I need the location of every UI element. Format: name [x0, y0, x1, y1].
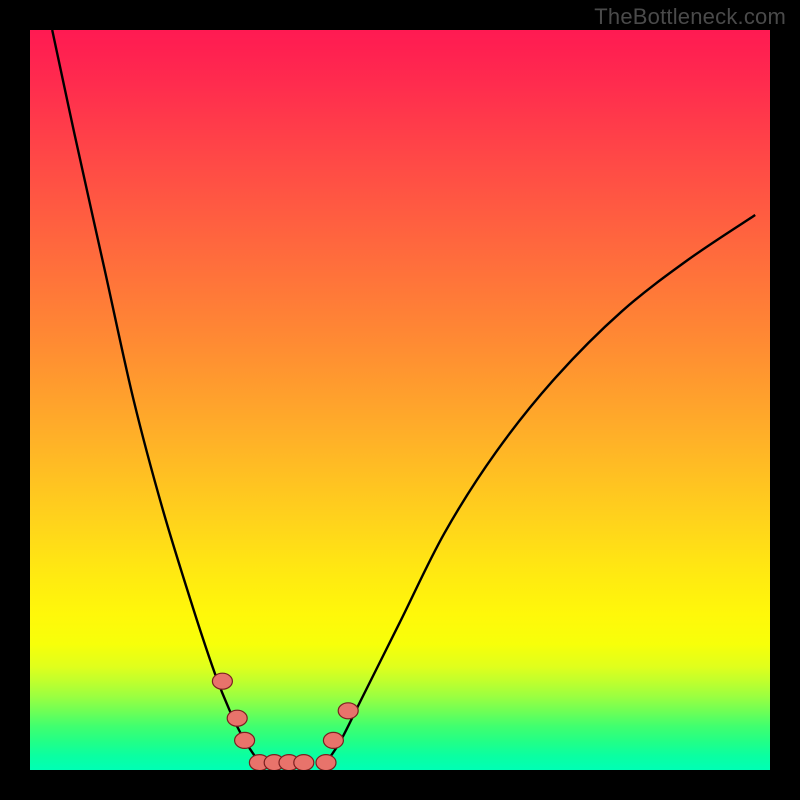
- left-curve: [52, 30, 259, 763]
- chart-stage: TheBottleneck.com: [0, 0, 800, 800]
- marker-dot: [316, 755, 336, 770]
- marker-dot: [227, 710, 247, 726]
- curves-layer: [30, 30, 770, 770]
- marker-dot: [323, 732, 343, 748]
- markers-group: [212, 673, 358, 770]
- marker-dot: [294, 755, 314, 770]
- right-curve: [326, 215, 755, 763]
- marker-dot: [235, 732, 255, 748]
- plot-area: [30, 30, 770, 770]
- marker-dot: [212, 673, 232, 689]
- watermark-text: TheBottleneck.com: [594, 4, 786, 30]
- marker-dot: [338, 703, 358, 719]
